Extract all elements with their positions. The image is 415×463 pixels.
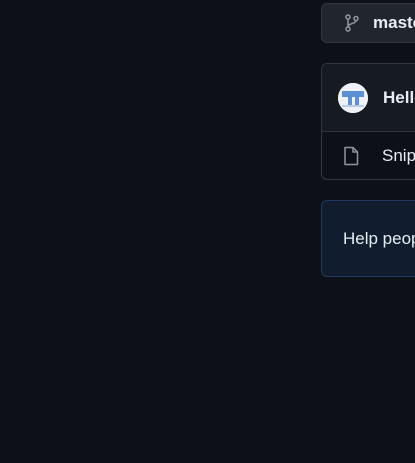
repository-page: master Hello Snippets bbox=[0, 0, 415, 463]
info-flash-box: Help people bbox=[321, 200, 415, 277]
latest-commit-row: Hello bbox=[322, 64, 415, 132]
commit-author[interactable]: Hello bbox=[383, 88, 415, 108]
file-row[interactable]: Snippets bbox=[322, 132, 415, 179]
avatar[interactable] bbox=[338, 82, 368, 113]
file-icon bbox=[343, 146, 359, 166]
file-name: Snippets bbox=[382, 146, 415, 165]
branch-name: master bbox=[373, 13, 415, 32]
git-branch-icon bbox=[343, 14, 361, 32]
flash-text: Help people bbox=[343, 228, 415, 248]
branch-selector-button[interactable]: master bbox=[321, 3, 415, 43]
file-list-box: Hello Snippets bbox=[321, 63, 415, 180]
